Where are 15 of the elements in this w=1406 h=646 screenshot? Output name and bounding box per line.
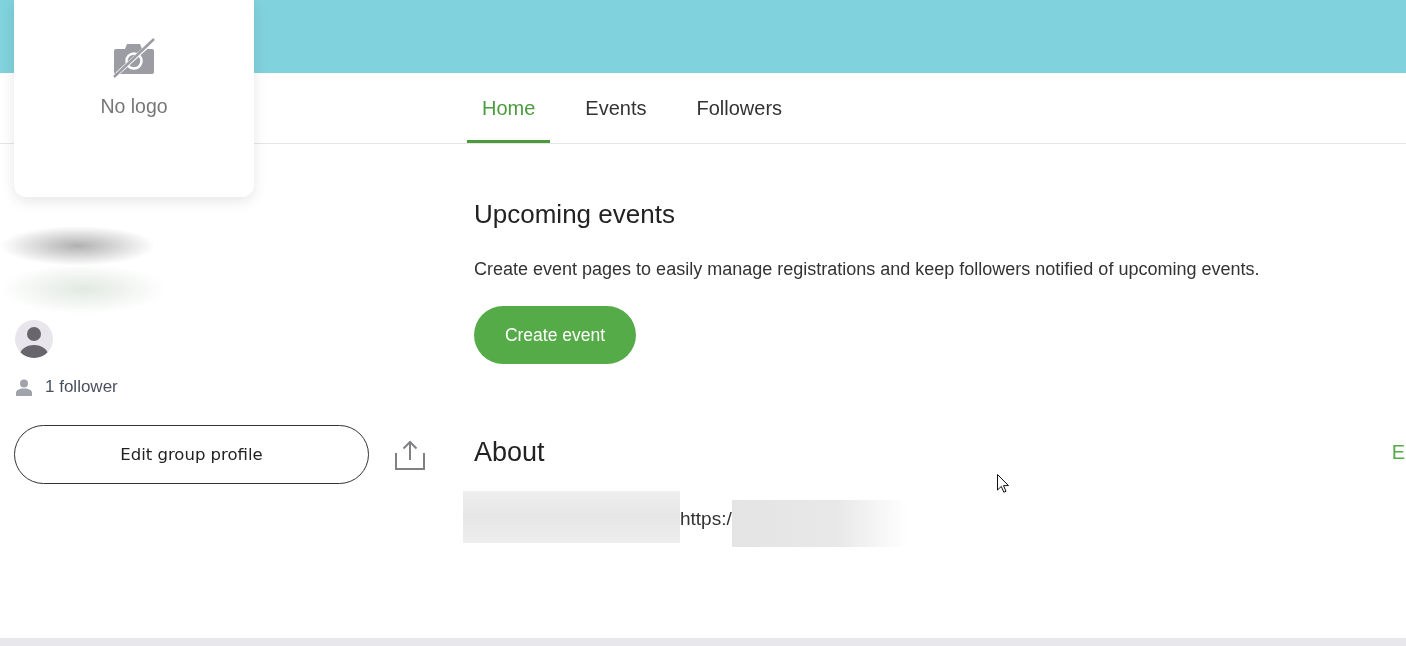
- section-description: Create event pages to easily manage registrations and keep followers notified of upcoming events.: [474, 258, 1260, 281]
- follower-count[interactable]: 1 follower: [45, 378, 118, 396]
- edit-profile-button[interactable]: Edit group profile: [14, 425, 369, 484]
- nav-tab[interactable]: Followers: [681, 73, 798, 143]
- nav-tab[interactable]: Events: [570, 73, 662, 143]
- logo-placeholder-text: No logo: [100, 95, 168, 117]
- person-icon: [16, 378, 32, 396]
- section-title: About: [474, 436, 545, 468]
- share-icon[interactable]: [395, 439, 425, 470]
- camera-off-icon: [113, 38, 155, 78]
- website-link[interactable]: https:/: [680, 508, 732, 530]
- nav-tab[interactable]: Home: [467, 73, 551, 143]
- avatar-icon: [15, 320, 53, 358]
- section-title: Upcoming events: [474, 199, 675, 230]
- mouse-cursor-icon: [997, 474, 1009, 493]
